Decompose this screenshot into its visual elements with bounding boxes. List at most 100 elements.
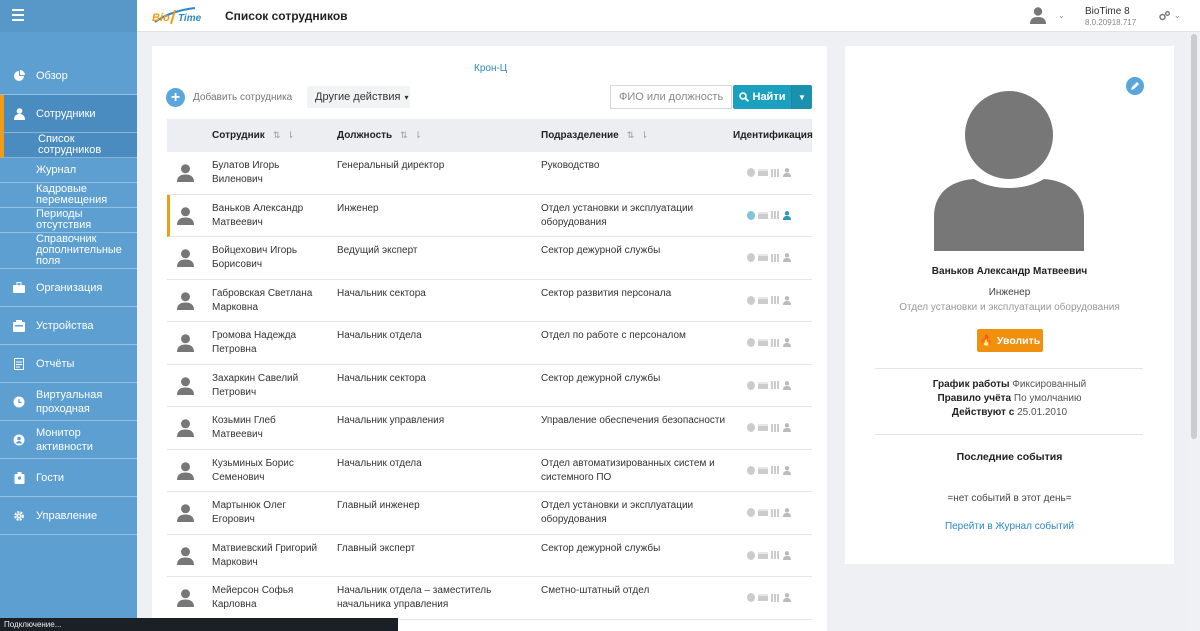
find-options-dropdown[interactable]: ▼ bbox=[791, 85, 812, 109]
dismiss-button[interactable]: 🔥 Уволить bbox=[977, 329, 1043, 352]
table-row[interactable]: Захаркин Савелий Петрович Начальник секто… bbox=[167, 365, 812, 407]
column-header-label: Сотрудник bbox=[212, 130, 265, 141]
table-row[interactable]: Кузьминых Борис Семенович Начальник отдел… bbox=[167, 450, 812, 492]
face-id-icon bbox=[747, 338, 755, 347]
table-row[interactable]: Козьмин Глеб Матвеевич Начальник управлен… bbox=[167, 407, 812, 450]
table-row[interactable]: Габровская Светлана Марковна Начальник се… bbox=[167, 280, 812, 322]
table-row[interactable]: Войцехович Игорь Борисович Ведущий экспер… bbox=[167, 237, 812, 280]
sort-icon[interactable]: ⇅ ⇂ bbox=[400, 130, 424, 140]
subnav-label: Кадровые перемещения bbox=[36, 183, 108, 206]
face-id-icon bbox=[747, 253, 755, 262]
employee-position-cell: Главный эксперт bbox=[337, 542, 416, 554]
face-id-icon bbox=[747, 508, 755, 517]
table-row[interactable]: Мейерсон Софья Карловна Начальник отдела … bbox=[167, 577, 812, 620]
other-actions-dropdown[interactable]: Другие действия ▾ bbox=[307, 86, 410, 108]
table-row[interactable]: Булатов Игорь Виленович Генеральный дирек… bbox=[167, 152, 812, 195]
employee-name-cell: Войцехович Игорь Борисович bbox=[212, 245, 298, 270]
nav-item-overview[interactable]: Обзор bbox=[0, 57, 137, 95]
identification-icons bbox=[747, 168, 791, 177]
nav-item-devices[interactable]: Устройства bbox=[0, 307, 137, 345]
employee-name-cell: Кузьминых Борис Семенович bbox=[212, 457, 294, 483]
info-value: Фиксированный bbox=[1012, 379, 1087, 390]
person-id-icon bbox=[783, 508, 791, 517]
sort-icon[interactable]: ⇅ ⇂ bbox=[627, 130, 651, 140]
add-employee-button[interactable]: + Добавить сотрудника bbox=[166, 88, 292, 107]
card-id-icon bbox=[758, 551, 768, 559]
person-id-icon bbox=[783, 550, 791, 560]
employee-table: Сотрудник ⇅ ⇂ Должность ⇅ ⇂ Подразделение ⇅… bbox=[167, 119, 813, 620]
card-id-icon bbox=[758, 169, 768, 176]
person-id-icon bbox=[783, 210, 791, 220]
find-label: Найти bbox=[752, 91, 786, 103]
person-id-icon bbox=[783, 295, 791, 305]
employee-profile-panel: Ваньков Александр Матвеевич Инженер Отде… bbox=[845, 46, 1174, 564]
nav-item-label: Виртуальная проходная bbox=[36, 388, 103, 415]
edit-employee-button[interactable] bbox=[1126, 77, 1144, 95]
employee-avatar-icon bbox=[177, 249, 194, 267]
column-header-employee[interactable]: Сотрудник ⇅ ⇂ bbox=[212, 130, 296, 141]
table-row[interactable]: Мартынюк Олег Егорович Главный инженер Отд… bbox=[167, 492, 812, 535]
card-id-icon bbox=[758, 296, 768, 304]
scrollbar-thumb[interactable] bbox=[1191, 34, 1197, 439]
table-row[interactable]: Громова Надежда Петровна Начальник отдела… bbox=[167, 322, 812, 365]
nav-item-reports[interactable]: Отчёты bbox=[0, 345, 137, 383]
divider bbox=[875, 434, 1143, 435]
nav-item-virtual-checkpoint[interactable]: Виртуальная проходная bbox=[0, 383, 137, 421]
page-scrollbar[interactable] bbox=[1188, 32, 1200, 631]
column-header-position[interactable]: Должность ⇅ ⇂ bbox=[337, 130, 424, 141]
employee-position-cell: Начальник сектора bbox=[337, 372, 426, 384]
devices-icon bbox=[12, 319, 26, 333]
person-id-icon bbox=[783, 338, 791, 347]
employee-department-cell: Отдел автоматизированных систем и систем… bbox=[541, 457, 715, 483]
column-header-label: Должность bbox=[337, 130, 393, 141]
subnav-absences[interactable]: Периоды отсутствия bbox=[0, 208, 137, 233]
settings-icon[interactable] bbox=[1159, 11, 1170, 24]
add-employee-label: Добавить сотрудника bbox=[193, 92, 293, 103]
pin-id-icon bbox=[771, 211, 780, 219]
table-row[interactable]: Матвиевский Григорий Маркович Главный экс… bbox=[167, 535, 812, 577]
page-title: Список сотрудников bbox=[225, 9, 348, 23]
face-id-icon bbox=[747, 380, 755, 390]
events-journal-link[interactable]: Перейти в Журнал событий bbox=[845, 521, 1174, 532]
info-value: 25.01.2010 bbox=[1017, 407, 1068, 418]
person-id-icon bbox=[783, 423, 791, 432]
pin-id-icon bbox=[771, 508, 780, 517]
pin-id-icon bbox=[771, 253, 780, 262]
subnav-transfers[interactable]: Кадровые перемещения bbox=[0, 183, 137, 208]
person-id-icon bbox=[783, 168, 791, 177]
organization-link[interactable]: Крон-Ц bbox=[474, 63, 507, 74]
table-row[interactable]: Ваньков Александр Матвеевич Инженер Отдел … bbox=[167, 194, 812, 237]
nav-item-label: Гости bbox=[36, 471, 65, 484]
search-input[interactable] bbox=[610, 85, 732, 109]
employee-avatar-icon bbox=[177, 206, 194, 225]
column-header-department[interactable]: Подразделение ⇅ ⇂ bbox=[541, 130, 650, 141]
status-bar: Подключение... bbox=[0, 618, 398, 631]
nav-item-guests[interactable]: Гости bbox=[0, 459, 137, 497]
chevron-down-icon[interactable]: ⌄ bbox=[1174, 11, 1181, 20]
nav-item-organization[interactable]: Организация bbox=[0, 269, 137, 307]
subnav-employee-list[interactable]: Список сотрудников bbox=[0, 133, 137, 158]
employee-photo-placeholder bbox=[934, 89, 1084, 251]
sort-icon[interactable]: ⇅ ⇂ bbox=[273, 130, 297, 140]
subnav-label: Журнал bbox=[36, 163, 77, 176]
nav-item-activity-monitor[interactable]: Монитор активности bbox=[0, 421, 137, 459]
pin-id-icon bbox=[771, 296, 780, 304]
person-id-icon bbox=[783, 465, 791, 475]
svg-text:Time: Time bbox=[178, 13, 202, 24]
biotime-logo[interactable]: Bio Time bbox=[151, 6, 207, 28]
find-button[interactable]: Найти bbox=[733, 85, 791, 109]
nav-item-management[interactable]: Управление bbox=[0, 497, 137, 535]
nav-item-employees[interactable]: Сотрудники bbox=[0, 95, 137, 133]
svg-text:Bio: Bio bbox=[152, 12, 170, 24]
subnav-journal[interactable]: Журнал bbox=[0, 158, 137, 183]
nav-item-label: Устройства bbox=[36, 319, 94, 332]
pin-id-icon bbox=[771, 381, 780, 389]
menu-toggle-icon[interactable] bbox=[0, 0, 137, 32]
pin-id-icon bbox=[771, 551, 780, 559]
work-schedule: График работы Фиксированный bbox=[845, 379, 1174, 390]
chevron-down-icon[interactable]: ⌄ bbox=[1058, 11, 1065, 20]
employee-position-cell: Генеральный директор bbox=[337, 160, 445, 171]
user-avatar-icon[interactable] bbox=[1030, 7, 1046, 24]
subnav-extra-fields[interactable]: Справочник дополнительные поля bbox=[0, 233, 137, 269]
employee-position-cell: Ведущий эксперт bbox=[337, 245, 418, 256]
